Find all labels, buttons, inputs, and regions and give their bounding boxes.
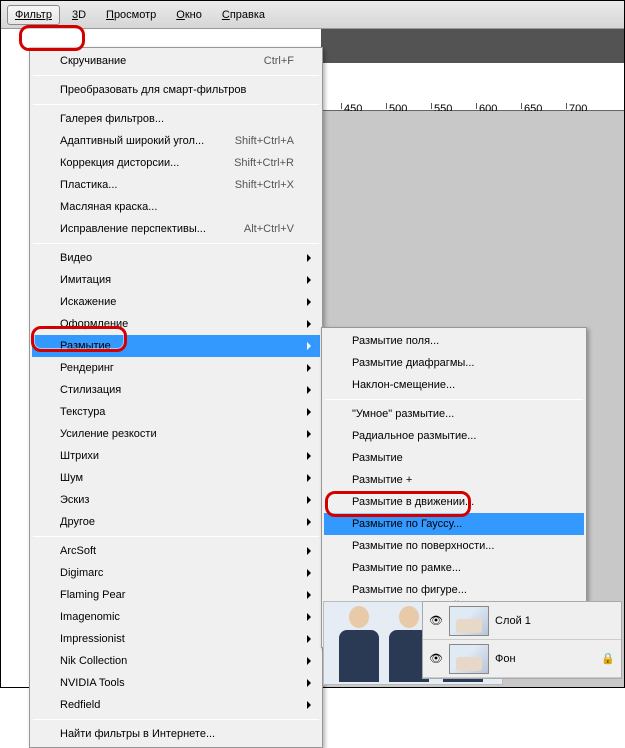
ruler-horizontal: 450 500 550 600 650 700 bbox=[321, 93, 624, 111]
menu-window[interactable]: Окно bbox=[168, 5, 210, 25]
mi-vanishing-point[interactable]: Исправление перспективы...Alt+Ctrl+V bbox=[32, 218, 320, 240]
layer-thumb[interactable] bbox=[449, 606, 489, 636]
layer-row[interactable]: 👁 Фон 🔒 bbox=[423, 640, 621, 678]
submenu-arrow-icon bbox=[307, 364, 311, 372]
mi-shape-blur[interactable]: Размытие по фигуре... bbox=[324, 579, 584, 601]
mi-nvidia-tools[interactable]: NVIDIA Tools bbox=[32, 672, 320, 694]
mi-field-blur[interactable]: Размытие поля... bbox=[324, 330, 584, 352]
visibility-eye-icon[interactable]: 👁 bbox=[429, 614, 443, 627]
mi-sketch[interactable]: Эскиз bbox=[32, 489, 320, 511]
submenu-arrow-icon bbox=[307, 657, 311, 665]
submenu-arrow-icon bbox=[307, 635, 311, 643]
layer-label: Фон bbox=[495, 653, 516, 665]
menu-3d[interactable]: 3D bbox=[64, 5, 94, 25]
mi-design[interactable]: Оформление bbox=[32, 313, 320, 335]
mi-filter-gallery[interactable]: Галерея фильтров... bbox=[32, 108, 320, 130]
submenu-arrow-icon bbox=[307, 276, 311, 284]
mi-flaming-pear[interactable]: Flaming Pear bbox=[32, 584, 320, 606]
mi-blur-basic[interactable]: Размытие bbox=[324, 447, 584, 469]
mi-radial-blur[interactable]: Радиальное размытие... bbox=[324, 425, 584, 447]
submenu-arrow-icon bbox=[307, 452, 311, 460]
submenu-arrow-icon bbox=[307, 591, 311, 599]
separator bbox=[33, 536, 319, 537]
submenu-arrow-icon bbox=[307, 254, 311, 262]
ruler-tick: 550 bbox=[431, 103, 452, 109]
filter-menu: СкручиваниеCtrl+F Преобразовать для смар… bbox=[29, 47, 323, 748]
mi-liquify[interactable]: Пластика...Shift+Ctrl+X bbox=[32, 174, 320, 196]
menu-help[interactable]: Справка bbox=[214, 5, 273, 25]
mi-lens-correction[interactable]: Коррекция дисторсии...Shift+Ctrl+R bbox=[32, 152, 320, 174]
layer-label: Слой 1 bbox=[495, 615, 531, 627]
submenu-arrow-icon bbox=[307, 518, 311, 526]
ruler-tick: 450 bbox=[341, 103, 362, 109]
menu-view[interactable]: Просмотр bbox=[98, 5, 164, 25]
mi-impressionist[interactable]: Impressionist bbox=[32, 628, 320, 650]
ruler-tick: 700 bbox=[566, 103, 587, 109]
mi-digimarc[interactable]: Digimarc bbox=[32, 562, 320, 584]
mi-box-blur[interactable]: Размытие по рамке... bbox=[324, 557, 584, 579]
mi-surface-blur[interactable]: Размытие по поверхности... bbox=[324, 535, 584, 557]
submenu-arrow-icon bbox=[307, 613, 311, 621]
mi-artistic[interactable]: Имитация bbox=[32, 269, 320, 291]
ruler-tick: 500 bbox=[386, 103, 407, 109]
layer-row[interactable]: 👁 Слой 1 bbox=[423, 602, 621, 640]
mi-arcsoft[interactable]: ArcSoft bbox=[32, 540, 320, 562]
mi-smart-blur[interactable]: "Умное" размытие... bbox=[324, 403, 584, 425]
submenu-arrow-icon bbox=[307, 547, 311, 555]
mi-browse-online[interactable]: Найти фильтры в Интернете... bbox=[32, 723, 320, 745]
mi-blur[interactable]: Размытие bbox=[32, 335, 320, 357]
mi-adaptive-wide[interactable]: Адаптивный широкий угол...Shift+Ctrl+A bbox=[32, 130, 320, 152]
mi-strokes[interactable]: Штрихи bbox=[32, 445, 320, 467]
separator bbox=[33, 104, 319, 105]
ruler-tick: 600 bbox=[476, 103, 497, 109]
lock-icon: 🔒 bbox=[601, 652, 615, 665]
mi-imagenomic[interactable]: Imagenomic bbox=[32, 606, 320, 628]
layer-thumb[interactable] bbox=[449, 644, 489, 674]
submenu-arrow-icon bbox=[307, 569, 311, 577]
mi-motion-blur[interactable]: Размытие в движении... bbox=[324, 491, 584, 513]
mi-gaussian-blur[interactable]: Размытие по Гауссу... bbox=[324, 513, 584, 535]
mi-sharpen[interactable]: Усиление резкости bbox=[32, 423, 320, 445]
mi-redfield[interactable]: Redfield bbox=[32, 694, 320, 716]
submenu-arrow-icon bbox=[307, 320, 311, 328]
menu-filter-label: Фильтр bbox=[15, 9, 52, 21]
submenu-arrow-icon bbox=[307, 342, 311, 350]
mi-smart-filters[interactable]: Преобразовать для смарт-фильтров bbox=[32, 79, 320, 101]
submenu-arrow-icon bbox=[307, 430, 311, 438]
mi-iris-blur[interactable]: Размытие диафрагмы... bbox=[324, 352, 584, 374]
submenu-arrow-icon bbox=[307, 298, 311, 306]
mi-blur-more[interactable]: Размытие + bbox=[324, 469, 584, 491]
submenu-arrow-icon bbox=[307, 474, 311, 482]
separator bbox=[33, 243, 319, 244]
submenu-arrow-icon bbox=[307, 496, 311, 504]
separator bbox=[33, 719, 319, 720]
separator bbox=[33, 75, 319, 76]
mi-nik-collection[interactable]: Nik Collection bbox=[32, 650, 320, 672]
mi-texture[interactable]: Текстура bbox=[32, 401, 320, 423]
mi-last-filter[interactable]: СкручиваниеCtrl+F bbox=[32, 50, 320, 72]
submenu-arrow-icon bbox=[307, 408, 311, 416]
mi-video[interactable]: Видео bbox=[32, 247, 320, 269]
blur-submenu: Размытие поля... Размытие диафрагмы... Н… bbox=[321, 327, 587, 648]
mi-tilt-shift[interactable]: Наклон-смещение... bbox=[324, 374, 584, 396]
layers-panel: 👁 Слой 1 👁 Фон 🔒 bbox=[422, 601, 622, 679]
mi-stylize[interactable]: Стилизация bbox=[32, 379, 320, 401]
mi-render[interactable]: Рендеринг bbox=[32, 357, 320, 379]
mi-distort[interactable]: Искажение bbox=[32, 291, 320, 313]
separator bbox=[325, 399, 583, 400]
visibility-eye-icon[interactable]: 👁 bbox=[429, 652, 443, 665]
submenu-arrow-icon bbox=[307, 386, 311, 394]
menu-filter[interactable]: Фильтр bbox=[7, 5, 60, 25]
submenu-arrow-icon bbox=[307, 679, 311, 687]
ruler-tick: 650 bbox=[521, 103, 542, 109]
mi-other[interactable]: Другое bbox=[32, 511, 320, 533]
mi-noise[interactable]: Шум bbox=[32, 467, 320, 489]
mi-oil-paint[interactable]: Масляная краска... bbox=[32, 196, 320, 218]
submenu-arrow-icon bbox=[307, 701, 311, 709]
canvas-topbar bbox=[321, 29, 624, 63]
